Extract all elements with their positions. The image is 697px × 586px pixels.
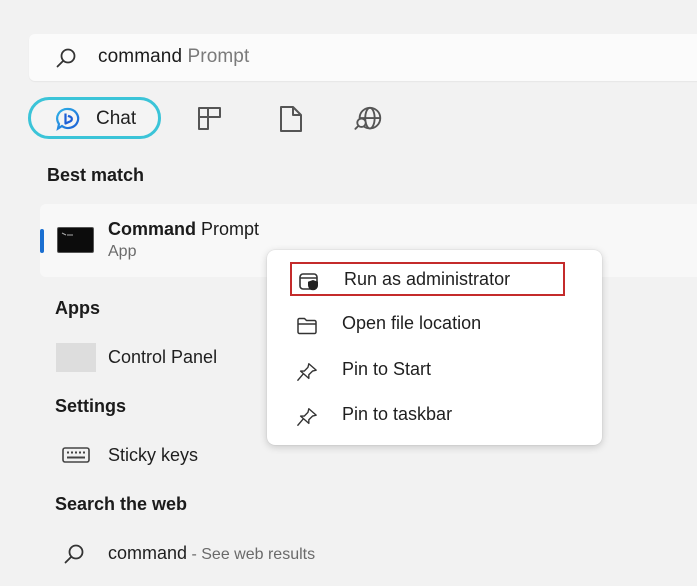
menu-item-pin-to-start[interactable]: Pin to Start <box>290 354 565 388</box>
keyboard-icon <box>62 447 90 463</box>
menu-item-label: Pin to taskbar <box>342 404 453 424</box>
apps-heading: Apps <box>55 298 100 318</box>
settings-heading: Settings <box>55 396 127 416</box>
list-item-control-panel[interactable]: Control Panel <box>50 338 265 378</box>
pin-icon <box>297 408 317 426</box>
menu-item-open-file-location[interactable]: Open file location <box>290 308 565 342</box>
best-match-title-rest: Prompt <box>196 219 260 239</box>
menu-item-label: Pin to Start <box>342 359 432 379</box>
chat-button[interactable] <box>28 97 161 139</box>
folder-icon <box>297 317 317 335</box>
pin-icon <box>297 363 317 381</box>
document-icon[interactable] <box>276 104 306 134</box>
web-query-text: command - See web results <box>108 543 315 564</box>
search-input[interactable]: command Prompt <box>98 46 249 68</box>
shield-window-icon <box>299 273 318 291</box>
list-item-sticky-keys[interactable]: Sticky keys <box>50 436 265 474</box>
command-prompt-icon <box>57 227 94 253</box>
apps-grid-icon[interactable] <box>195 104 225 134</box>
best-match-subtitle: App <box>108 243 137 260</box>
best-match-heading: Best match <box>47 165 145 185</box>
best-match-title: Command Prompt <box>108 219 259 240</box>
list-item-label: Control Panel <box>108 347 218 367</box>
chat-label: Chat <box>96 108 137 129</box>
menu-item-pin-to-taskbar[interactable]: Pin to taskbar <box>290 399 565 433</box>
menu-item-run-as-administrator[interactable]: Run as administrator <box>290 262 565 296</box>
web-search-result[interactable]: command - See web results <box>50 534 390 572</box>
search-icon <box>64 544 84 564</box>
control-panel-icon <box>56 343 96 372</box>
web-query: command <box>108 543 188 563</box>
search-typed-text: command <box>98 46 183 67</box>
search-web-heading: Search the web <box>55 494 188 514</box>
bing-chat-icon <box>56 107 80 131</box>
search-icon <box>56 48 76 68</box>
menu-item-label: Run as administrator <box>344 269 511 289</box>
terminal-glyph-icon <box>61 232 73 236</box>
search-suggestion-text: Prompt <box>182 46 250 67</box>
selection-indicator <box>40 229 44 253</box>
best-match-title-bold: Command <box>108 219 197 239</box>
web-suffix: - See web results <box>187 546 316 563</box>
menu-item-label: Open file location <box>342 313 482 333</box>
globe-search-icon[interactable] <box>354 104 384 134</box>
list-item-label: Sticky keys <box>108 445 199 465</box>
